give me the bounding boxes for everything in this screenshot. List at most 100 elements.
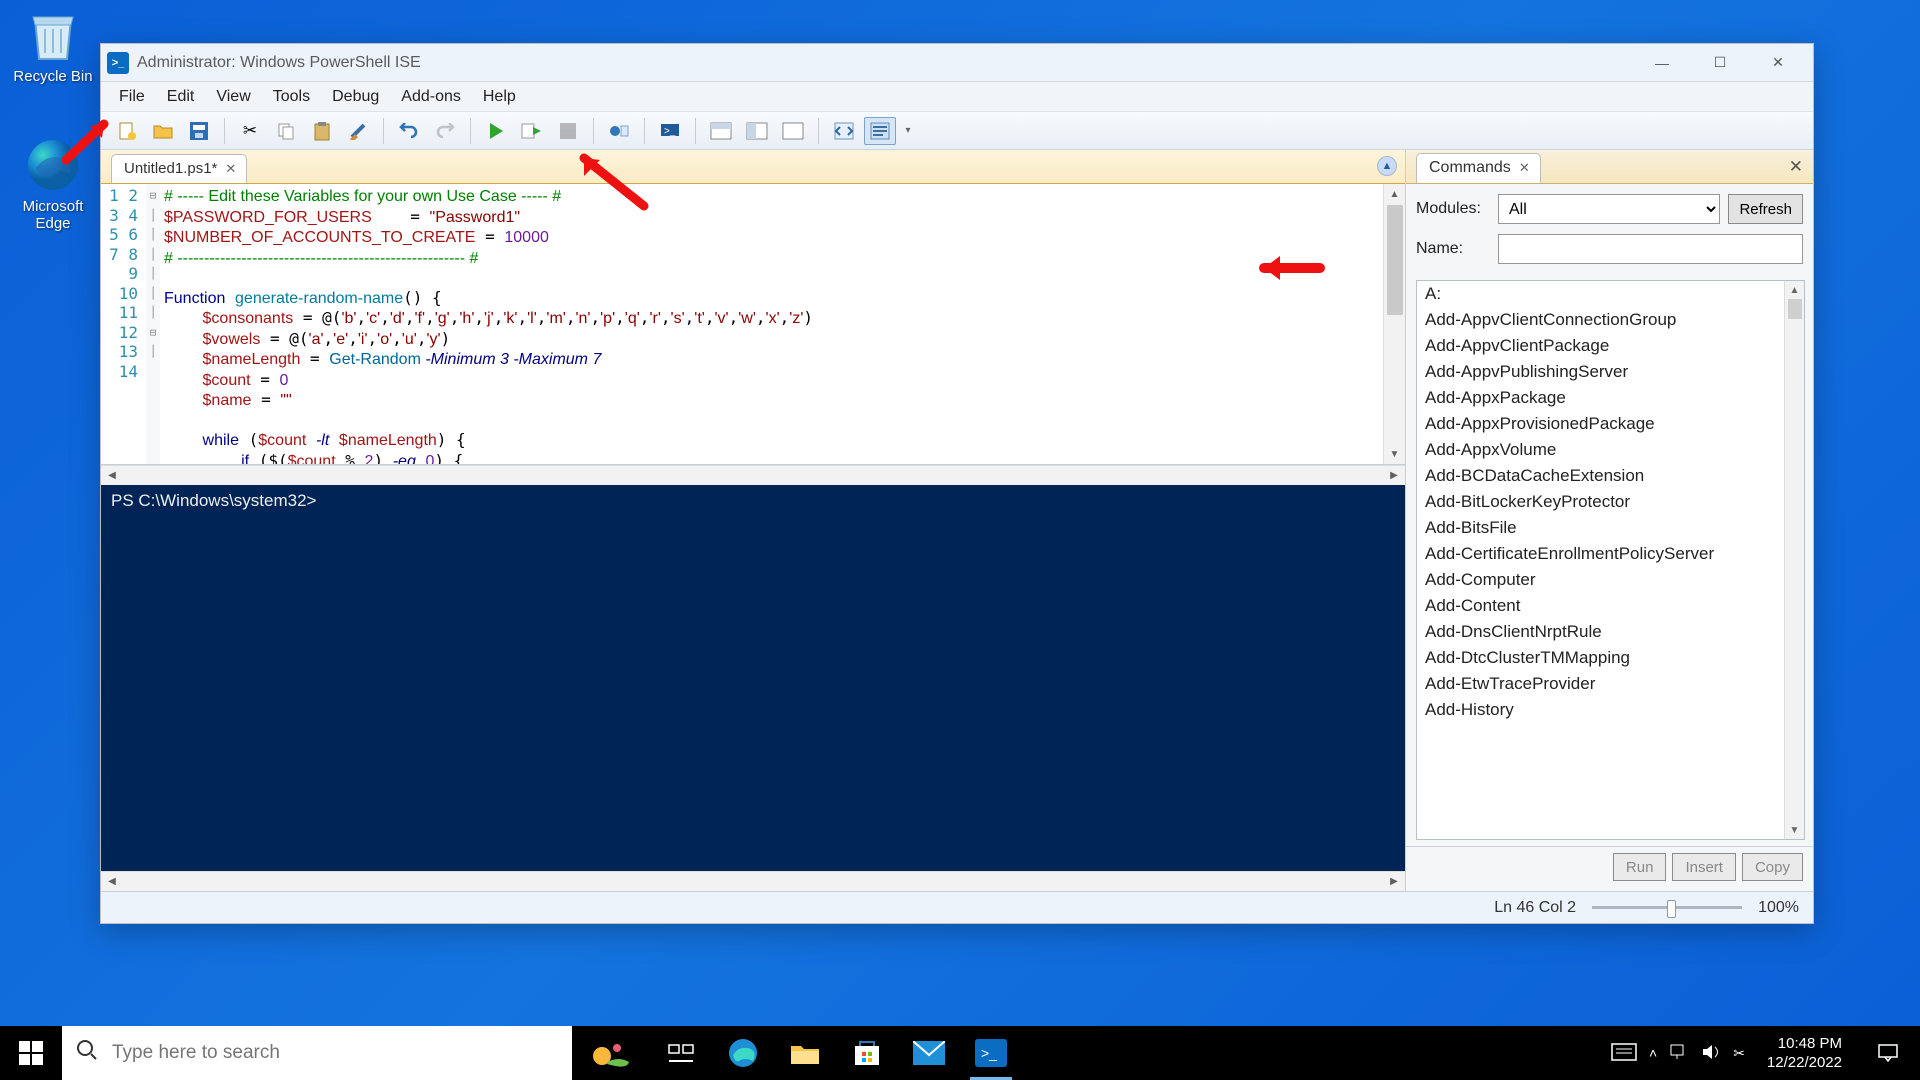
menu-help[interactable]: Help [473, 84, 526, 110]
run-button[interactable]: Run [1613, 853, 1667, 881]
console-hscrollbar[interactable]: ◀ ▶ [101, 871, 1405, 891]
desktop-recycle-bin[interactable]: Recycle Bin [8, 6, 98, 85]
close-pane-icon[interactable]: ✕ [1789, 157, 1803, 177]
zoom-slider[interactable] [1592, 905, 1742, 911]
save-icon[interactable] [183, 117, 215, 145]
notifications-icon[interactable] [1864, 1026, 1912, 1080]
command-item[interactable]: Add-Computer [1417, 567, 1804, 593]
show-commands-icon[interactable] [864, 117, 896, 145]
tray-chevron-icon[interactable]: ˄ [1649, 1045, 1657, 1061]
commands-tab[interactable]: Commands ✕ [1416, 153, 1541, 183]
titlebar[interactable]: >_ Administrator: Windows PowerShell ISE… [101, 44, 1813, 82]
clear-icon[interactable] [342, 117, 374, 145]
copy-button[interactable]: Copy [1742, 853, 1803, 881]
name-filter-input[interactable] [1498, 234, 1803, 264]
paste-icon[interactable] [306, 117, 338, 145]
insert-button[interactable]: Insert [1672, 853, 1736, 881]
menu-debug[interactable]: Debug [322, 84, 389, 110]
show-script-icon[interactable] [828, 117, 860, 145]
command-item[interactable]: Add-BitLockerKeyProtector [1417, 489, 1804, 515]
maximize-button[interactable]: ☐ [1691, 44, 1749, 82]
tab-label: Commands [1429, 159, 1511, 177]
command-item[interactable]: Add-AppxProvisionedPackage [1417, 411, 1804, 437]
run-selection-icon[interactable] [516, 117, 548, 145]
commands-pane: Commands ✕ ✕ Modules: All Refresh Name: … [1405, 150, 1813, 891]
command-item[interactable]: Add-AppxVolume [1417, 437, 1804, 463]
taskbar-clock[interactable]: 10:48 PM 12/22/2022 [1757, 1034, 1852, 1073]
taskbar-explorer-icon[interactable] [774, 1026, 836, 1080]
script-tab[interactable]: Untitled1.ps1* ✕ [111, 154, 247, 183]
layout-side-icon[interactable] [741, 117, 773, 145]
command-item[interactable]: Add-AppvClientPackage [1417, 333, 1804, 359]
scroll-thumb[interactable] [1788, 299, 1802, 319]
close-icon[interactable]: ✕ [225, 161, 236, 177]
command-item[interactable]: Add-DtcClusterTMMapping [1417, 645, 1804, 671]
editor-vscrollbar[interactable]: ▲ ▼ [1383, 184, 1405, 464]
system-tray[interactable]: ˄ ✂ 10:48 PM 12/22/2022 [1603, 1026, 1920, 1080]
command-item[interactable]: Add-AppvClientConnectionGroup [1417, 307, 1804, 333]
layout-full-icon[interactable] [777, 117, 809, 145]
close-icon[interactable]: ✕ [1519, 160, 1530, 176]
refresh-button[interactable]: Refresh [1728, 194, 1803, 224]
toolbar-overflow-icon[interactable]: ▾ [900, 117, 916, 145]
open-file-icon[interactable] [147, 117, 179, 145]
menu-view[interactable]: View [206, 84, 260, 110]
scroll-down-icon[interactable]: ▼ [1785, 821, 1804, 839]
scroll-up-icon[interactable]: ▲ [1785, 281, 1804, 299]
command-item[interactable]: Add-DnsClientNrptRule [1417, 619, 1804, 645]
taskbar-powershell-icon[interactable]: >_ [960, 1026, 1022, 1080]
widgets-button[interactable] [572, 1026, 650, 1080]
command-item[interactable]: Add-EtwTraceProvider [1417, 671, 1804, 697]
taskbar-store-icon[interactable] [836, 1026, 898, 1080]
editor-hscrollbar[interactable]: ◀ ▶ [101, 465, 1405, 485]
task-view-icon[interactable] [650, 1026, 712, 1080]
remote-icon[interactable]: >_ [654, 117, 686, 145]
network-icon[interactable] [1669, 1043, 1689, 1064]
command-item[interactable]: Add-BCDataCacheExtension [1417, 463, 1804, 489]
snip-icon[interactable]: ✂ [1733, 1045, 1745, 1062]
scroll-down-icon[interactable]: ▼ [1384, 444, 1405, 464]
scroll-thumb[interactable] [1387, 205, 1403, 315]
command-item[interactable]: Add-History [1417, 697, 1804, 723]
collapse-script-icon[interactable]: ▲ [1377, 156, 1397, 176]
search-input[interactable] [112, 1042, 558, 1064]
scroll-left-icon[interactable]: ◀ [101, 466, 123, 485]
taskbar-search[interactable] [62, 1026, 572, 1080]
cut-icon[interactable]: ✂ [234, 117, 266, 145]
menu-file[interactable]: File [109, 84, 155, 110]
taskbar-mail-icon[interactable] [898, 1026, 960, 1080]
modules-select[interactable]: All [1498, 194, 1720, 224]
menu-tools[interactable]: Tools [263, 84, 320, 110]
minimize-button[interactable]: — [1633, 44, 1691, 82]
menu-addons[interactable]: Add-ons [391, 84, 471, 110]
scroll-right-icon[interactable]: ▶ [1383, 466, 1405, 485]
command-item[interactable]: Add-AppvPublishingServer [1417, 359, 1804, 385]
menu-edit[interactable]: Edit [157, 84, 205, 110]
undo-icon[interactable] [393, 117, 425, 145]
volume-icon[interactable] [1701, 1043, 1721, 1064]
breakpoint-icon[interactable] [603, 117, 635, 145]
stop-icon[interactable] [552, 117, 584, 145]
scroll-right-icon[interactable]: ▶ [1383, 872, 1405, 891]
taskbar-edge-icon[interactable] [712, 1026, 774, 1080]
command-item[interactable]: Add-Content [1417, 593, 1804, 619]
layout-top-icon[interactable] [705, 117, 737, 145]
code-area[interactable]: # ----- Edit these Variables for your ow… [160, 184, 1405, 464]
commands-list[interactable]: A:Add-AppvClientConnectionGroupAdd-AppvC… [1416, 280, 1805, 840]
start-button[interactable] [0, 1026, 62, 1080]
scroll-left-icon[interactable]: ◀ [101, 872, 123, 891]
console-pane[interactable]: PS C:\Windows\system32> [101, 485, 1405, 871]
command-item[interactable]: A: [1417, 281, 1804, 307]
redo-icon[interactable] [429, 117, 461, 145]
script-editor[interactable]: 1 2 3 4 5 6 7 8 9 10 11 12 13 14 ⊟ │ │ │… [101, 184, 1405, 465]
keyboard-icon[interactable] [1611, 1043, 1637, 1064]
list-vscrollbar[interactable]: ▲ ▼ [1784, 281, 1804, 839]
command-item[interactable]: Add-CertificateEnrollmentPolicyServer [1417, 541, 1804, 567]
close-button[interactable]: ✕ [1749, 44, 1807, 82]
copy-icon[interactable] [270, 117, 302, 145]
command-item[interactable]: Add-AppxPackage [1417, 385, 1804, 411]
scroll-up-icon[interactable]: ▲ [1384, 184, 1405, 204]
fold-gutter[interactable]: ⊟ │ │ │ │ │ │ ⊟ │ [146, 184, 160, 464]
run-script-icon[interactable] [480, 117, 512, 145]
command-item[interactable]: Add-BitsFile [1417, 515, 1804, 541]
